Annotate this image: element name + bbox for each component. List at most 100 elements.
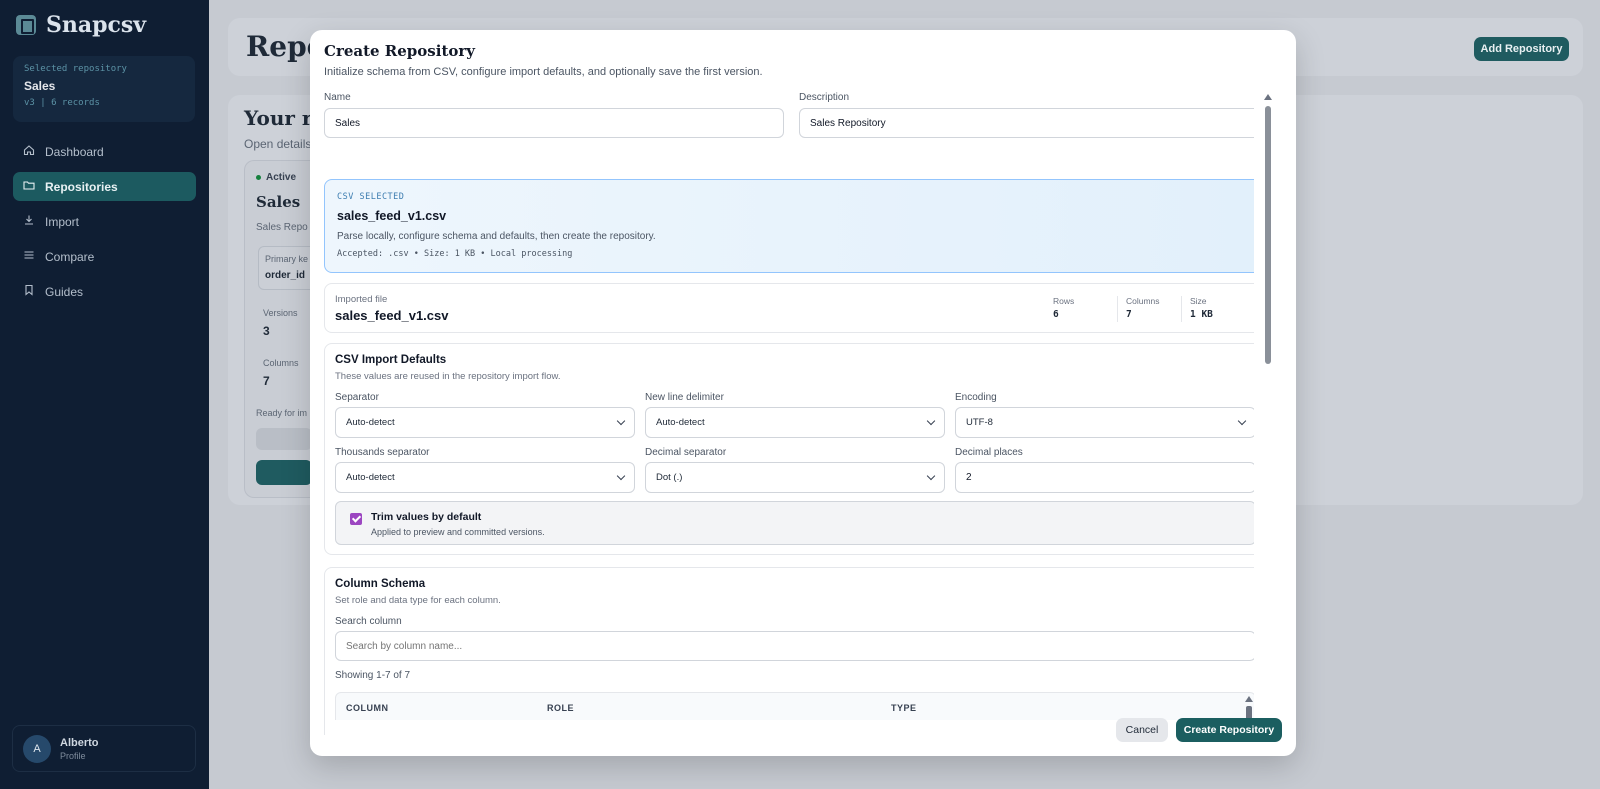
sidebar: Snapcsv Selected repository Sales v3 | 6… xyxy=(0,0,209,789)
csv-filename: sales_feed_v1.csv xyxy=(337,209,447,223)
sidebar-item-label: Import xyxy=(45,214,80,229)
imported-filename: sales_feed_v1.csv xyxy=(335,308,449,323)
csv-description: Parse locally, configure schema and defa… xyxy=(337,231,656,242)
decimal-label: Decimal separator xyxy=(645,447,727,458)
selected-repository-name: Sales xyxy=(24,79,56,93)
separator-value: Auto-detect xyxy=(346,417,395,428)
trim-description: Applied to preview and committed version… xyxy=(371,527,545,537)
trim-values-option[interactable]: Trim values by default Applied to previe… xyxy=(335,501,1254,545)
repository-card-name: Sales xyxy=(256,193,301,211)
section-subheading: Set role and data type for each column. xyxy=(335,595,501,606)
encoding-select[interactable]: UTF-8 xyxy=(955,407,1254,438)
rows-value: 6 xyxy=(1053,309,1059,320)
column-schema-section: Column Schema Set role and data type for… xyxy=(324,567,1254,735)
name-label: Name xyxy=(324,92,351,103)
sidebar-item-label: Dashboard xyxy=(45,144,104,159)
brand[interactable]: Snapcsv xyxy=(16,12,146,38)
decimal-places-input[interactable]: 2 xyxy=(955,462,1254,493)
section-heading: CSV Import Defaults xyxy=(335,354,447,366)
primary-key-label: Primary ke xyxy=(265,254,309,264)
list-icon xyxy=(23,249,35,264)
rows-stat: Rows 6 xyxy=(1045,296,1117,322)
download-icon xyxy=(23,214,35,229)
decimal-select[interactable]: Dot (.) xyxy=(645,462,945,493)
cancel-button[interactable]: Cancel xyxy=(1116,718,1168,742)
profile-card[interactable]: A Alberto Profile xyxy=(12,725,196,772)
sidebar-item-repositories[interactable]: Repositories xyxy=(13,172,196,201)
selected-repository-card[interactable]: Selected repository Sales v3 | 6 records xyxy=(13,56,195,122)
modal-scrollbar[interactable] xyxy=(1264,94,1272,734)
thousands-label: Thousands separator xyxy=(335,447,430,458)
newline-value: Auto-detect xyxy=(656,417,705,428)
avatar: A xyxy=(23,734,51,763)
newline-select[interactable]: Auto-detect xyxy=(645,407,945,438)
folder-icon xyxy=(23,179,35,194)
versions-label: Versions xyxy=(263,308,298,318)
card-primary-button[interactable] xyxy=(256,460,312,485)
size-value: 1 KB xyxy=(1190,309,1213,320)
csv-selected-caption: CSV SELECTED xyxy=(337,192,405,202)
sidebar-item-label: Compare xyxy=(45,249,95,264)
column-header: COLUMN xyxy=(346,703,389,713)
selected-repository-caption: Selected repository xyxy=(24,64,127,74)
trim-checkbox[interactable] xyxy=(350,513,362,525)
separator-label: Separator xyxy=(335,392,379,403)
section-description: Open details xyxy=(244,137,312,151)
sidebar-nav: Dashboard Repositories Import Compare Gu… xyxy=(13,137,196,312)
ready-text: Ready for im xyxy=(256,408,308,418)
rows-label: Rows xyxy=(1053,296,1075,306)
decimal-places-label: Decimal places xyxy=(955,447,1023,458)
name-input[interactable]: Sales xyxy=(324,108,784,138)
scrollbar-thumb[interactable] xyxy=(1265,106,1271,364)
app-logo-icon xyxy=(16,15,36,35)
selected-repository-meta: v3 | 6 records xyxy=(24,98,100,108)
chevron-down-icon xyxy=(926,416,936,426)
encoding-value: UTF-8 xyxy=(966,417,993,428)
schema-table-header: COLUMN ROLE TYPE xyxy=(335,692,1254,720)
repository-card-desc: Sales Repo xyxy=(256,222,308,233)
columns-value: 7 xyxy=(1126,309,1132,320)
imported-file-label: Imported file xyxy=(335,294,388,305)
scroll-up-icon[interactable] xyxy=(1245,696,1253,702)
newline-label: New line delimiter xyxy=(645,392,724,403)
versions-value: 3 xyxy=(263,324,270,338)
separator-select[interactable]: Auto-detect xyxy=(335,407,635,438)
thousands-select[interactable]: Auto-detect xyxy=(335,462,635,493)
add-repository-button[interactable]: Add Repository xyxy=(1474,37,1569,61)
columns-value: 7 xyxy=(263,374,270,388)
size-label: Size xyxy=(1190,296,1207,306)
sidebar-item-dashboard[interactable]: Dashboard xyxy=(13,137,196,166)
decimal-value: Dot (.) xyxy=(656,472,683,483)
role-header: ROLE xyxy=(547,703,575,713)
create-repository-button[interactable]: Create Repository xyxy=(1176,718,1282,742)
trim-title: Trim values by default xyxy=(371,511,482,523)
thousands-value: Auto-detect xyxy=(346,472,395,483)
description-input[interactable]: Sales Repository xyxy=(799,108,1254,138)
csv-import-defaults-section: CSV Import Defaults These values are reu… xyxy=(324,343,1254,555)
app-name: Snapcsv xyxy=(46,12,147,38)
chevron-down-icon xyxy=(616,471,626,481)
search-column-input[interactable] xyxy=(335,631,1254,661)
home-icon xyxy=(23,144,35,159)
sidebar-item-compare[interactable]: Compare xyxy=(13,242,196,271)
showing-count: Showing 1-7 of 7 xyxy=(335,670,411,681)
columns-label: Columns xyxy=(263,358,299,368)
columns-stat: Columns 7 xyxy=(1117,296,1189,322)
sidebar-item-import[interactable]: Import xyxy=(13,207,196,236)
scroll-up-icon[interactable] xyxy=(1264,94,1272,100)
columns-label: Columns xyxy=(1126,296,1160,306)
modal-scroll-area[interactable]: Name Sales Description Sales Repository … xyxy=(324,90,1254,735)
sidebar-item-label: Guides xyxy=(45,284,84,299)
chevron-down-icon xyxy=(926,471,936,481)
encoding-label: Encoding xyxy=(955,392,997,403)
imported-file-card: Imported file sales_feed_v1.csv Rows 6 C… xyxy=(324,283,1254,333)
modal-subtitle: Initialize schema from CSV, configure im… xyxy=(324,66,763,78)
card-secondary-button[interactable] xyxy=(256,428,312,450)
create-repository-modal: Create Repository Initialize schema from… xyxy=(310,30,1296,756)
section-subheading: These values are reused in the repositor… xyxy=(335,371,561,382)
sidebar-item-guides[interactable]: Guides xyxy=(13,277,196,306)
table-scrollbar[interactable] xyxy=(1245,696,1253,720)
description-label: Description xyxy=(799,92,850,103)
modal-title: Create Repository xyxy=(324,42,475,60)
csv-selected-dropzone[interactable]: CSV SELECTED sales_feed_v1.csv Parse loc… xyxy=(324,179,1254,273)
